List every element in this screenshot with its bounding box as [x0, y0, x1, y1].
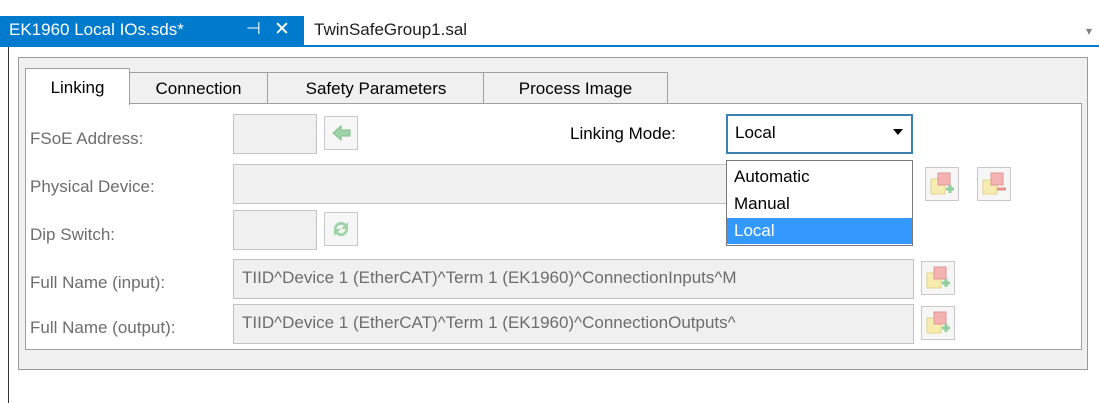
refresh-icon — [333, 221, 349, 237]
physical-device-field[interactable] — [233, 164, 727, 204]
full-name-input-label: Full Name (input): — [30, 273, 166, 292]
add-device-button[interactable] — [925, 167, 959, 201]
remove-device-icon — [982, 172, 1006, 195]
option-manual[interactable]: Manual — [727, 191, 912, 217]
fsoe-address-field[interactable] — [233, 114, 317, 154]
add-input-button[interactable] — [921, 261, 955, 295]
option-automatic[interactable]: Automatic — [727, 164, 912, 190]
linking-mode-combobox[interactable]: Local — [726, 114, 913, 154]
add-output-button[interactable] — [921, 306, 955, 340]
fsoe-address-label: FSoE Address: — [30, 129, 144, 148]
dip-switch-field[interactable] — [233, 210, 317, 250]
close-icon[interactable]: ✕ — [274, 18, 290, 41]
chevron-down-icon[interactable] — [893, 129, 903, 135]
option-local[interactable]: Local — [727, 218, 912, 244]
arrow-left-icon — [332, 124, 351, 142]
editor-border — [8, 47, 9, 403]
tab-overflow-dropdown-icon[interactable]: ▾ — [1086, 24, 1092, 38]
physical-device-label: Physical Device: — [30, 177, 155, 196]
tab-title: TwinSafeGroup1.sal — [314, 20, 468, 39]
get-address-button[interactable] — [324, 116, 358, 150]
linking-mode-value: Local — [735, 123, 776, 142]
tab-ek1960-local-ios[interactable]: EK1960 Local IOs.sds* ⊣ ✕ — [0, 16, 304, 46]
linking-mode-dropdown-list: Automatic Manual Local — [726, 160, 913, 246]
tab-twinsafegroup1[interactable]: TwinSafeGroup1.sal — [304, 16, 524, 46]
full-name-input-field[interactable]: TIID^Device 1 (EtherCAT)^Term 1 (EK1960)… — [233, 259, 914, 299]
tab-safety-parameters[interactable]: Safety Parameters — [267, 72, 485, 105]
tab-connection[interactable]: Connection — [128, 72, 269, 105]
tab-title: EK1960 Local IOs.sds* — [9, 20, 184, 39]
remove-device-button[interactable] — [977, 167, 1011, 201]
linking-mode-label: Linking Mode: — [570, 124, 676, 143]
refresh-button[interactable] — [324, 212, 358, 246]
add-device-icon — [926, 266, 950, 289]
tab-strip-underline — [0, 45, 1099, 47]
pin-icon[interactable]: ⊣ — [246, 19, 261, 39]
tab-linking[interactable]: Linking — [25, 68, 130, 105]
add-device-icon — [930, 172, 954, 195]
add-device-icon — [926, 311, 950, 334]
full-name-output-field[interactable]: TIID^Device 1 (EtherCAT)^Term 1 (EK1960)… — [233, 304, 914, 344]
full-name-output-label: Full Name (output): — [30, 318, 176, 337]
dip-switch-label: Dip Switch: — [30, 225, 116, 244]
tab-process-image[interactable]: Process Image — [483, 72, 668, 105]
